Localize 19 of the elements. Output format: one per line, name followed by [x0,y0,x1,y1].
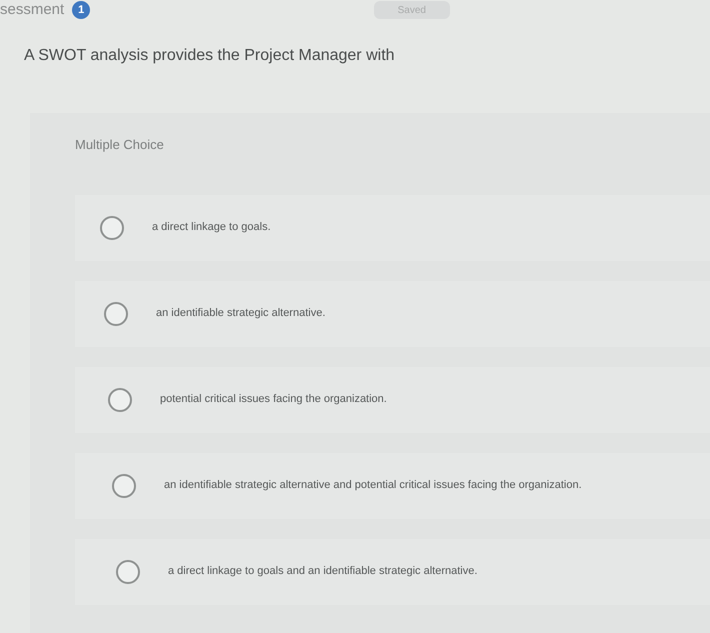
answer-option[interactable]: an identifiable strategic alternative. [75,280,710,346]
radio-button[interactable] [116,560,140,584]
answer-option[interactable]: a direct linkage to goals. [75,194,710,260]
answer-option[interactable]: a direct linkage to goals and an identifiable strategic alternative. [75,538,710,604]
question-text: A SWOT analysis provides the Project Manager with [24,46,396,66]
option-text: an identifiable strategic alternative and potential critical issues facing the organization. [164,478,582,494]
count-badge: 1 [72,1,90,19]
radio-button[interactable] [112,474,136,498]
answer-option[interactable]: an identifiable strategic alternative and potential critical issues facing the organization. [75,452,710,518]
radio-button[interactable] [100,216,124,240]
option-text: an identifiable strategic alternative. [156,306,326,322]
radio-button[interactable] [104,302,128,326]
answer-option[interactable]: potential critical issues facing the organization. [75,366,710,432]
option-text: potential critical issues facing the organization. [160,392,387,408]
option-text: a direct linkage to goals. [152,220,271,236]
page-title: sessment [0,1,64,19]
option-text: a direct linkage to goals and an identifiable strategic alternative. [168,564,478,580]
question-type: Multiple Choice [75,136,165,154]
radio-button[interactable] [108,388,132,412]
